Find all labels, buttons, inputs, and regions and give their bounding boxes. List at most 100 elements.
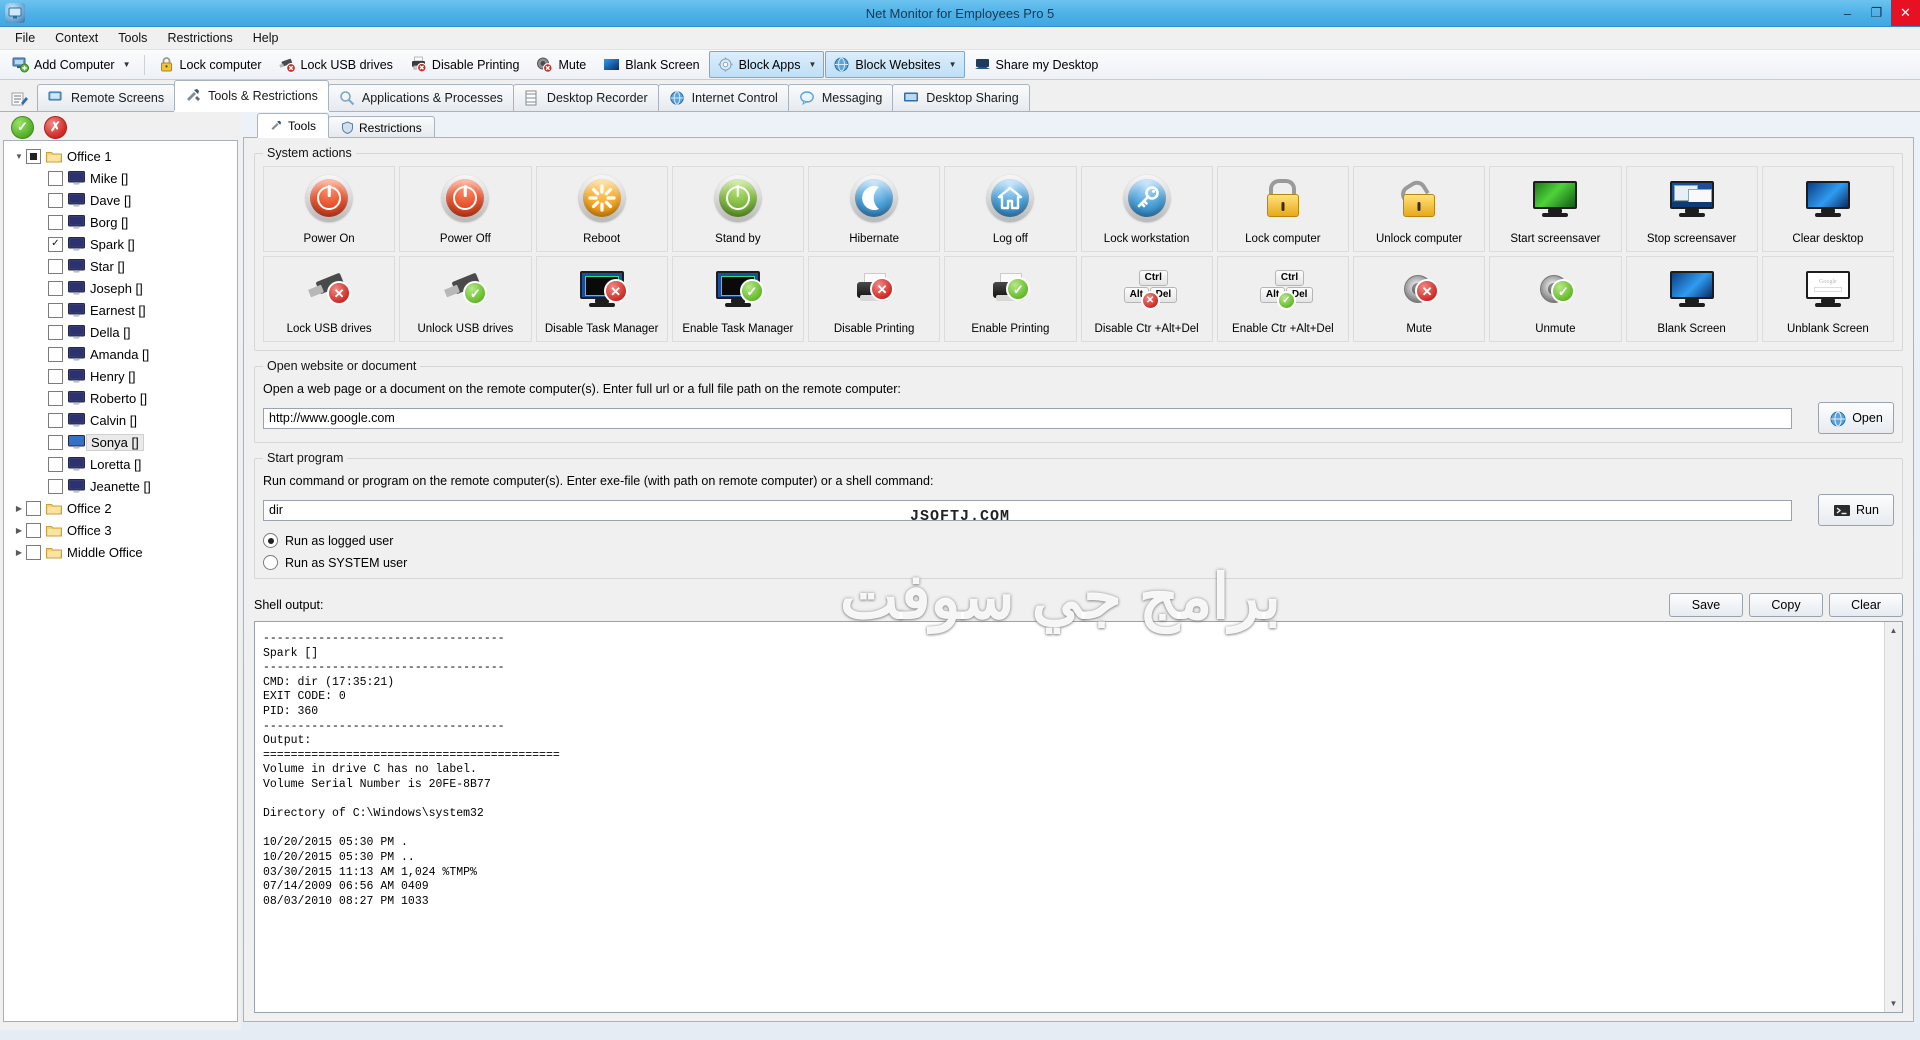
expander-expand-icon[interactable]: ▶ <box>12 548 26 557</box>
system-action-log-off[interactable]: Log off <box>944 166 1077 252</box>
system-action-start-screensaver[interactable]: Start screensaver <box>1489 166 1622 252</box>
radio-run-as-system-user[interactable]: Run as SYSTEM user <box>263 555 1894 570</box>
toolbar-disable-printing[interactable]: Disable Printing <box>402 51 528 78</box>
system-action-power-on[interactable]: Power On <box>263 166 396 252</box>
shell-output-text-area[interactable]: ----------------------------------- Spar… <box>255 622 1884 1012</box>
chevron-down-icon[interactable]: ▼ <box>949 60 957 69</box>
open-button[interactable]: Open <box>1818 402 1894 434</box>
tree-computer-row[interactable]: Calvin [] <box>4 409 237 431</box>
tree-group-row[interactable]: ▼ Office 1 <box>4 145 237 167</box>
toolbar-lock-usb-drives[interactable]: Lock USB drives <box>271 51 401 78</box>
url-input[interactable] <box>263 407 1792 429</box>
system-action-enable-printing[interactable]: ✓ Enable Printing <box>944 256 1077 342</box>
menu-item-restrictions[interactable]: Restrictions <box>158 28 241 48</box>
tree-row-checkbox[interactable] <box>48 302 63 318</box>
system-action-stand-by[interactable]: Stand by <box>671 166 804 252</box>
system-action-clear-desktop[interactable]: Clear desktop <box>1761 166 1894 252</box>
tree-computer-row[interactable]: ✓ Spark [] <box>4 233 237 255</box>
tree-group-row[interactable]: ▶ Office 3 <box>4 519 237 541</box>
tab-desktop-recorder[interactable]: Desktop Recorder <box>512 84 659 111</box>
close-button[interactable]: ✕ <box>1891 0 1920 26</box>
tab-applications-processes[interactable]: Applications & Processes <box>327 84 514 111</box>
tree-row-checkbox[interactable] <box>26 148 41 164</box>
shell-output-scrollbar[interactable]: ▲ ▼ <box>1884 622 1902 1012</box>
tree-computer-row[interactable]: Amanda [] <box>4 343 237 365</box>
edit-list-icon[interactable] <box>10 90 28 107</box>
tree-row-checkbox[interactable] <box>48 324 63 340</box>
tree-row-checkbox[interactable] <box>26 522 41 538</box>
chevron-down-icon[interactable]: ▼ <box>808 60 816 69</box>
system-action-unmute[interactable]: ✓ Unmute <box>1489 256 1622 342</box>
tree-row-checkbox[interactable] <box>26 544 41 560</box>
system-action-lock-usb-drives[interactable]: ✕ Lock USB drives <box>263 256 396 342</box>
chevron-down-icon[interactable]: ▼ <box>123 60 131 69</box>
save-button[interactable]: Save <box>1669 593 1743 617</box>
expander-collapse-icon[interactable]: ▼ <box>12 152 26 161</box>
tree-row-checkbox[interactable] <box>48 170 63 186</box>
system-action-unlock-usb-drives[interactable]: ✓ Unlock USB drives <box>399 256 532 342</box>
toolbar-share-desktop[interactable]: Share my Desktop <box>966 51 1107 78</box>
tree-computer-row[interactable]: Jeanette [] <box>4 475 237 497</box>
system-action-unlock-computer[interactable]: Unlock computer <box>1353 166 1486 252</box>
tree-row-checkbox[interactable] <box>48 368 63 384</box>
accept-check-icon[interactable]: ✓ <box>11 115 34 139</box>
scroll-up-icon[interactable]: ▲ <box>1885 622 1902 639</box>
command-input[interactable] <box>263 499 1792 521</box>
tree-computer-row[interactable]: Mike [] <box>4 167 237 189</box>
tree-row-checkbox[interactable] <box>48 478 63 494</box>
expander-expand-icon[interactable]: ▶ <box>12 526 26 535</box>
system-action-power-off[interactable]: Power Off <box>399 166 532 252</box>
system-action-enable-task-manager[interactable]: ✓ Enable Task Manager <box>671 256 804 342</box>
tree-row-checkbox[interactable] <box>48 346 63 362</box>
system-action-blank-screen[interactable]: Blank Screen <box>1625 256 1758 342</box>
tree-group-row[interactable]: ▶ Office 2 <box>4 497 237 519</box>
maximize-button[interactable]: ❐ <box>1862 0 1891 26</box>
tree-row-checkbox[interactable] <box>48 456 63 472</box>
system-action-disable-printing[interactable]: ✕ Disable Printing <box>808 256 941 342</box>
system-action-disable-task-manager[interactable]: ✕ Disable Task Manager <box>535 256 668 342</box>
tree-row-checkbox[interactable] <box>48 280 63 296</box>
tree-row-checkbox[interactable]: ✓ <box>48 236 63 252</box>
tab-internet-control[interactable]: Internet Control <box>657 84 789 111</box>
tree-row-checkbox[interactable] <box>48 412 63 428</box>
tab-desktop-sharing[interactable]: Desktop Sharing <box>892 84 1030 111</box>
inner-tab-restrictions[interactable]: Restrictions <box>328 116 435 138</box>
tree-computer-row[interactable]: Star [] <box>4 255 237 277</box>
tree-computer-row[interactable]: Dave [] <box>4 189 237 211</box>
tree-computer-row[interactable]: Roberto [] <box>4 387 237 409</box>
system-action-lock-workstation[interactable]: Lock workstation <box>1080 166 1213 252</box>
clear-button[interactable]: Clear <box>1829 593 1903 617</box>
tree-row-checkbox[interactable] <box>48 390 63 406</box>
toolbar-blank-screen[interactable]: Blank Screen <box>595 51 707 78</box>
tree-computer-row[interactable]: Loretta [] <box>4 453 237 475</box>
system-action-disable-ctr-alt-del[interactable]: Ctrl Alt Del ✕ Disable Ctr +Alt+Del <box>1080 256 1213 342</box>
tree-computer-row[interactable]: Borg [] <box>4 211 237 233</box>
system-action-reboot[interactable]: Reboot <box>535 166 668 252</box>
toolbar-block-apps[interactable]: Block Apps ▼ <box>708 51 825 78</box>
system-action-lock-computer[interactable]: Lock computer <box>1216 166 1349 252</box>
computer-tree[interactable]: ▼ Office 1 Mike [] Dave [] Borg [] ✓ Spark [] S… <box>3 140 238 1022</box>
scroll-down-icon[interactable]: ▼ <box>1885 995 1902 1012</box>
tree-row-checkbox[interactable] <box>48 434 63 450</box>
tree-row-checkbox[interactable] <box>26 500 41 516</box>
tree-computer-row[interactable]: Henry [] <box>4 365 237 387</box>
tree-row-checkbox[interactable] <box>48 214 63 230</box>
menu-item-tools[interactable]: Tools <box>109 28 156 48</box>
radio-run-as-logged-user[interactable]: Run as logged user <box>263 533 1894 548</box>
cancel-cross-icon[interactable]: ✗ <box>44 115 67 139</box>
tree-group-row[interactable]: ▶ Middle Office <box>4 541 237 563</box>
menu-item-file[interactable]: File <box>6 28 44 48</box>
tree-computer-row[interactable]: Sonya [] <box>4 431 237 453</box>
tab-messaging[interactable]: Messaging <box>787 84 894 111</box>
menu-item-context[interactable]: Context <box>46 28 107 48</box>
minimize-button[interactable]: – <box>1833 0 1862 26</box>
system-action-enable-ctr-alt-del[interactable]: Ctrl Alt Del ✓ Enable Ctr +Alt+Del <box>1216 256 1349 342</box>
inner-tab-tools[interactable]: Tools <box>257 113 330 138</box>
system-action-stop-screensaver[interactable]: Stop screensaver <box>1625 166 1758 252</box>
tree-row-checkbox[interactable] <box>48 192 63 208</box>
expander-expand-icon[interactable]: ▶ <box>12 504 26 513</box>
toolbar-add-computer[interactable]: Add Computer ▼ <box>4 51 139 78</box>
toolbar-mute[interactable]: Mute <box>528 51 594 78</box>
copy-button[interactable]: Copy <box>1749 593 1823 617</box>
menu-item-help[interactable]: Help <box>244 28 288 48</box>
